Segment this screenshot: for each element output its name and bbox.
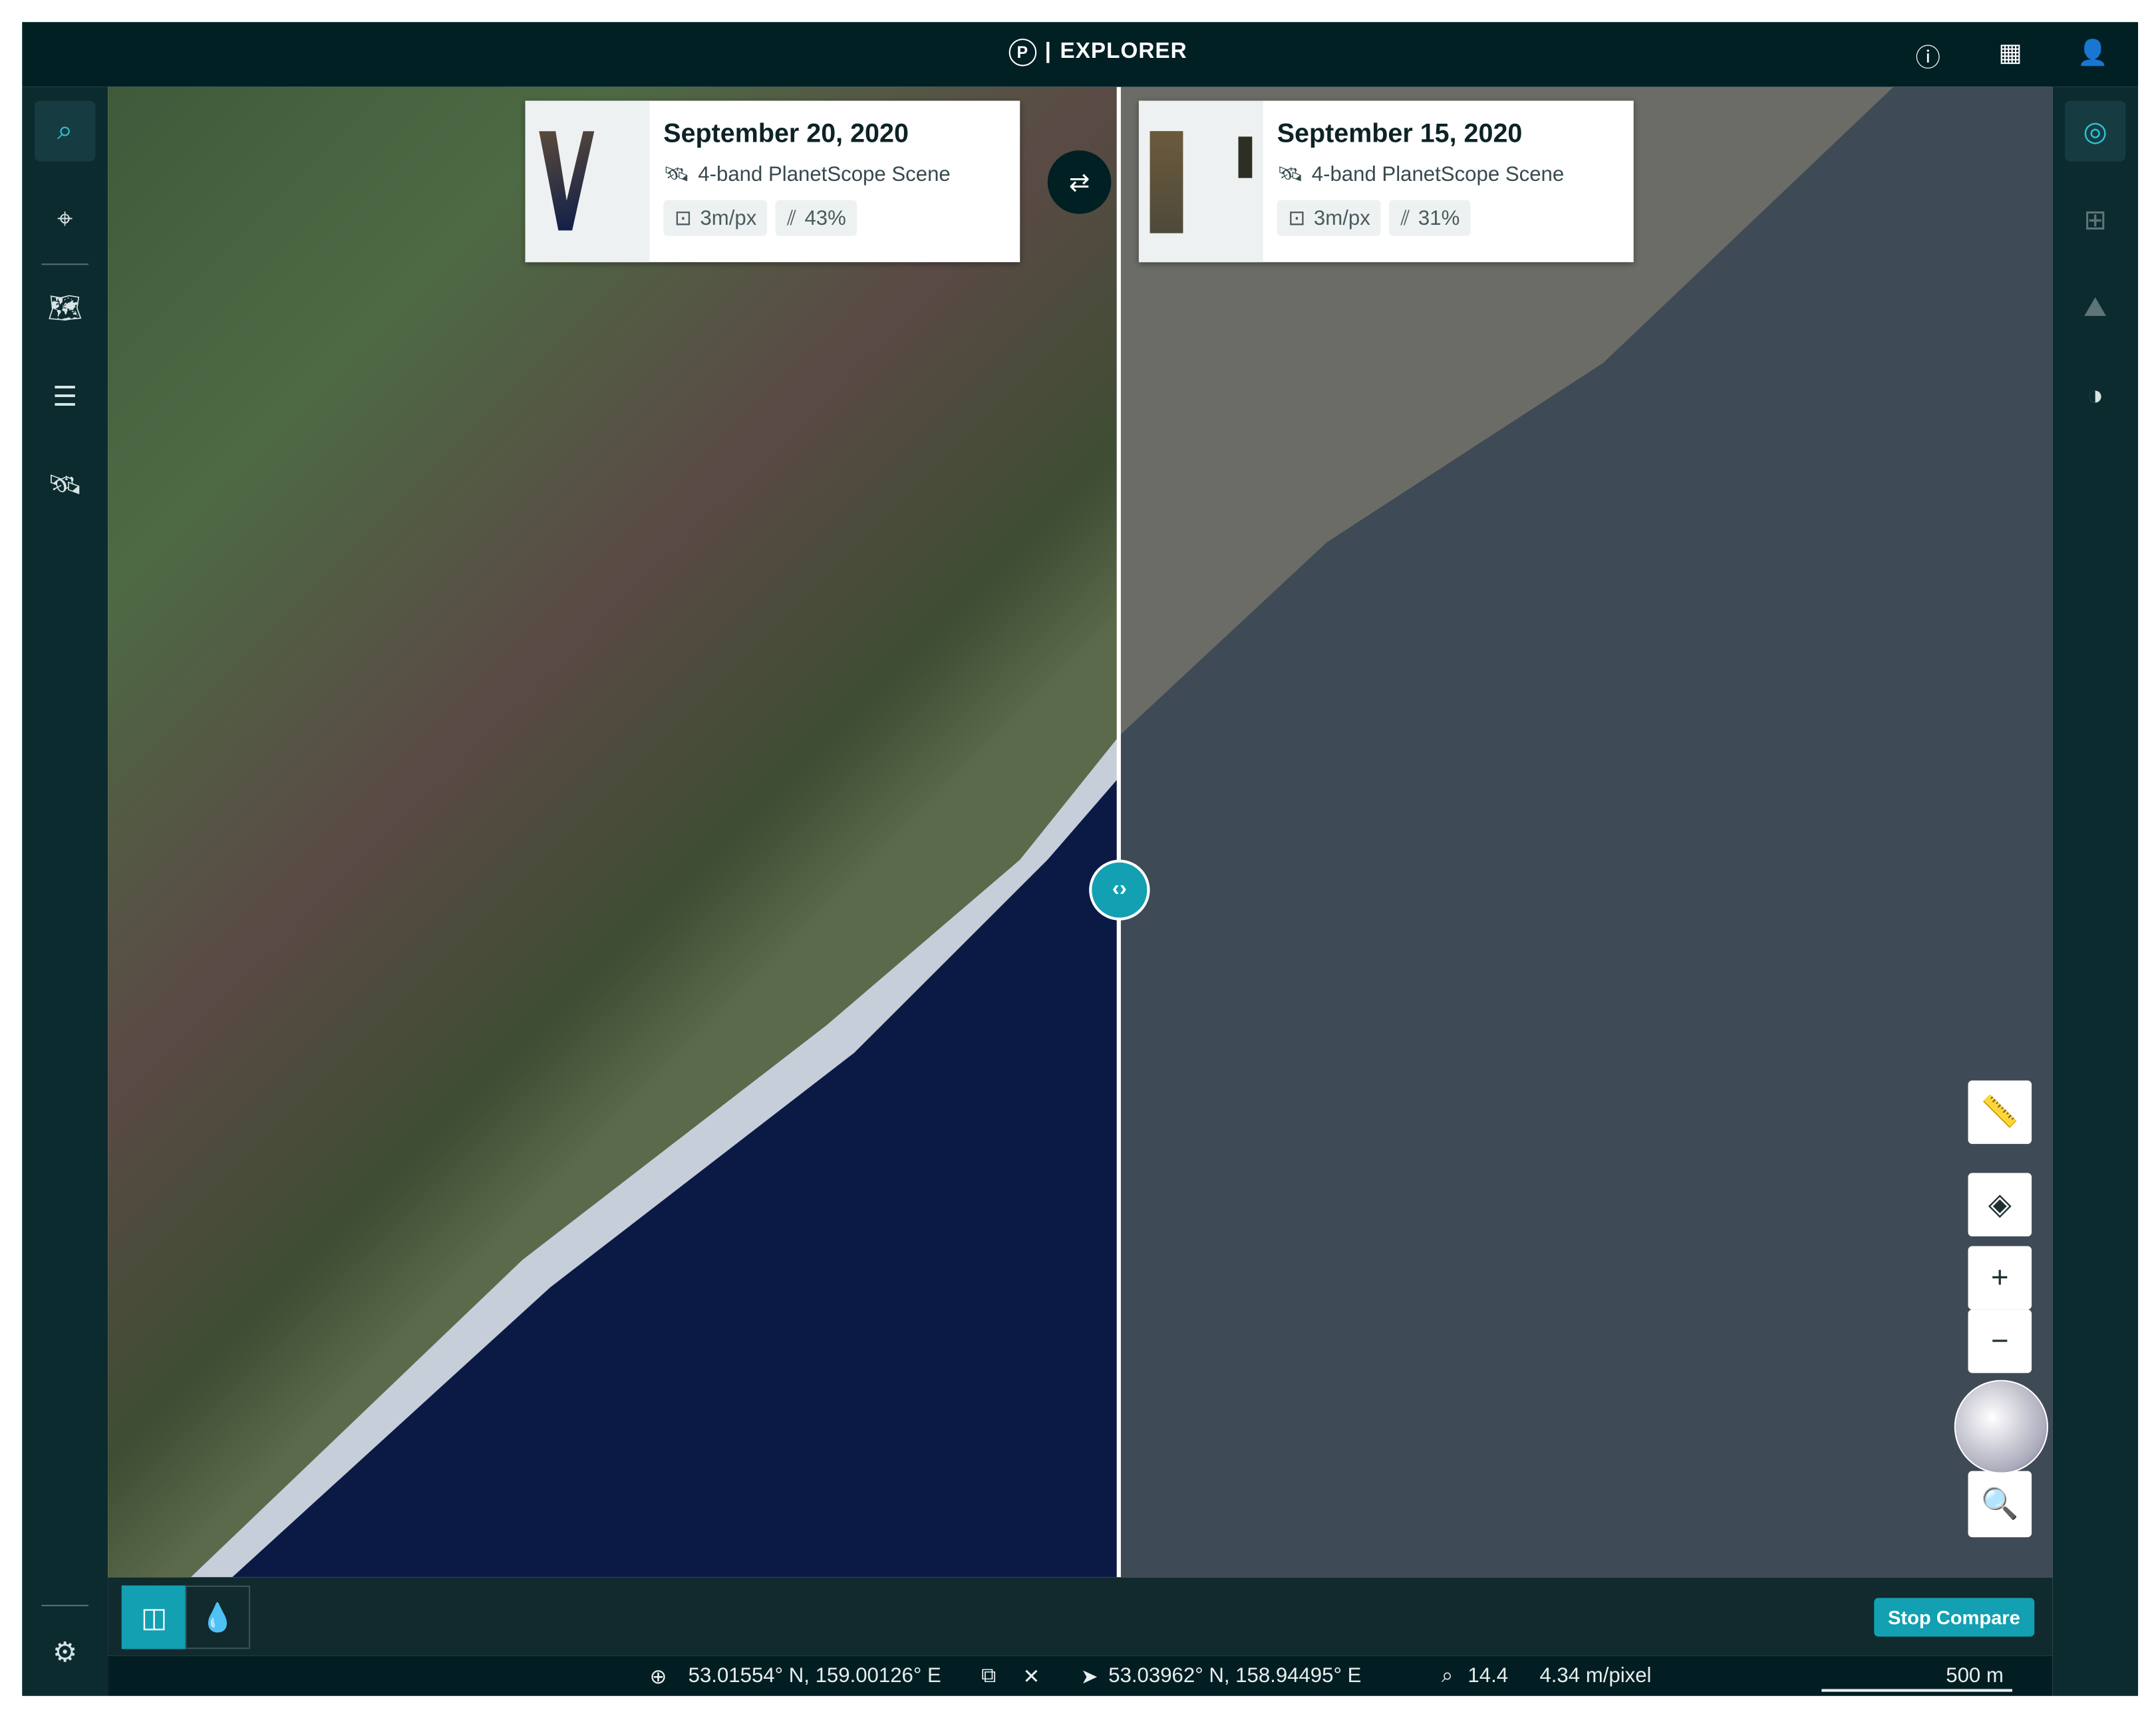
top-bar: P | EXPLORER ⓘ ▦ 👤 (22, 22, 2139, 87)
split-view-icon: ◫ (141, 1602, 168, 1634)
stop-compare-button[interactable]: Stop Compare (1874, 1598, 2034, 1637)
orders-list-icon: ☰ (53, 381, 78, 412)
cursor-coordinates: 53.01554° N, 159.00126° E (688, 1664, 941, 1688)
zoom-out-button[interactable]: − (1968, 1309, 2032, 1373)
cloud-cover-value: 31% (1418, 206, 1460, 230)
ocean-area (190, 735, 1120, 1578)
swipe-mode-button[interactable]: ◫ (121, 1585, 187, 1649)
zoom-magnifier-icon: 🔍 (1980, 1486, 2019, 1521)
imagery-button[interactable]: ◎ (2064, 100, 2126, 162)
search-button[interactable]: ⌕ (34, 100, 96, 162)
saved-map-icon: 🗺 (47, 293, 83, 324)
scene-date: September 20, 2020 (663, 120, 909, 150)
imagery-globe-icon: ◎ (2083, 116, 2107, 147)
cursor-target-icon: ⊕ (649, 1665, 667, 1689)
resolution-value: 3m/px (1313, 206, 1370, 230)
orders-button[interactable]: ☰ (35, 366, 95, 426)
map-view[interactable]: ‹› ⇄ September 20, 2020 🛰 4-band PlanetSc… (108, 86, 2053, 1578)
search-icon: ⌕ (57, 115, 73, 146)
brand-separator: | (1044, 40, 1052, 64)
right-sidebar: ◎ ⊞ ⛰ ◑ (2052, 86, 2139, 1696)
divider (41, 263, 88, 265)
layers-icon: ◈ (1988, 1187, 2012, 1222)
settings-button[interactable]: ⚙ (35, 1622, 95, 1682)
shore-area (1119, 86, 1894, 736)
compare-divider[interactable] (1116, 86, 1121, 1578)
zoom-to-button[interactable]: 🔍 (1968, 1471, 2032, 1538)
scene-thumbnail (1138, 100, 1263, 263)
cloud-cover-value: 43% (804, 206, 846, 230)
resolution-chip: ⊡ 3m/px (1277, 200, 1382, 236)
drop-icon: 💧 (200, 1602, 235, 1634)
right-scene-card[interactable]: September 15, 2020 🛰 4-band PlanetScope S… (1138, 100, 1634, 263)
cloud-cover-icon: ⫽ (787, 206, 796, 230)
right-imagery (1119, 86, 2053, 1578)
compare-slider-handle[interactable]: ‹› (1089, 859, 1150, 921)
satellite-tasking-icon: 🛰 (47, 470, 83, 501)
minimap-globe[interactable] (1954, 1379, 2049, 1474)
satellite-icon: 🛰 (1277, 162, 1304, 187)
tasking-button[interactable]: 🛰 (35, 454, 95, 515)
user-icon[interactable]: 👤 (2078, 39, 2109, 68)
opacity-mode-button[interactable]: 💧 (185, 1585, 251, 1649)
scene-type: 4-band PlanetScope Scene (1311, 162, 1565, 186)
add-layer-button[interactable]: ⊞ (2065, 189, 2125, 249)
center-coordinates: 53.03962° N, 158.94495° E (1108, 1664, 1362, 1688)
cloud-cover-icon: ⫽ (1400, 206, 1410, 230)
scale-bar (1821, 1689, 2012, 1692)
left-scene-card[interactable]: September 20, 2020 🛰 4-band PlanetScope S… (525, 100, 1020, 263)
scene-date: September 15, 2020 (1277, 120, 1523, 150)
time-contrast-icon: ◑ (2087, 380, 2104, 411)
status-bar: ⊕ 53.01554° N, 159.00126° E ⧉ ✕ ➤ 53.039… (108, 1655, 2053, 1696)
left-sidebar: ⌕ ⌖ 🗺 ☰ 🛰 ⚙ (22, 86, 108, 1696)
left-imagery (108, 86, 1120, 1578)
measure-button[interactable]: 📏 (1968, 1080, 2032, 1144)
layers-button[interactable]: ◈ (1968, 1173, 2032, 1236)
elevation-button[interactable]: ⛰ (2065, 277, 2125, 338)
saved-maps-button[interactable]: 🗺 (35, 277, 95, 338)
gear-icon: ⚙ (53, 1637, 78, 1668)
apps-grid-icon[interactable]: ▦ (1998, 39, 2022, 68)
app-brand[interactable]: P | EXPLORER (1008, 39, 1187, 67)
scene-thumbnail (525, 100, 650, 263)
zoom-level: 14.4 (1467, 1664, 1509, 1688)
app-title: EXPLORER (1060, 40, 1187, 64)
resolution-icon: ⊡ (1288, 207, 1306, 231)
divider (41, 1604, 88, 1606)
places-button[interactable]: ⌖ (35, 189, 95, 249)
navigation-arrow-icon: ➤ (1080, 1665, 1098, 1689)
resolution-chip: ⊡ 3m/px (663, 200, 768, 236)
time-compare-button[interactable]: ◑ (2065, 366, 2125, 426)
close-coordinates-button[interactable]: ✕ (1022, 1664, 1040, 1689)
swap-scenes-button[interactable]: ⇄ (1047, 150, 1112, 214)
elevation-icon: ⛰ (2083, 291, 2107, 323)
cloud-cover-chip: ⫽ 43% (776, 200, 857, 236)
add-layer-icon: ⊞ (2083, 205, 2107, 235)
scale-label: 500 m (1946, 1664, 2004, 1688)
resolution-icon: ⊡ (674, 207, 693, 231)
map-resolution: 4.34 m/pixel (1539, 1664, 1652, 1688)
compare-toolbar: ◫ 💧 Stop Compare (108, 1577, 2053, 1656)
zoom-level-icon: ⌕ (1441, 1664, 1454, 1688)
ruler-icon: 📏 (1980, 1094, 2019, 1129)
copy-icon[interactable]: ⧉ (981, 1664, 996, 1687)
location-pin-icon: ⌖ (57, 204, 73, 234)
resolution-value: 3m/px (700, 206, 757, 230)
satellite-icon: 🛰 (663, 162, 690, 187)
help-icon[interactable]: ⓘ (1916, 39, 1940, 74)
cloud-cover-chip: ⫽ 31% (1389, 200, 1471, 236)
scene-type: 4-band PlanetScope Scene (698, 162, 951, 186)
zoom-in-button[interactable]: + (1968, 1246, 2032, 1310)
planet-logo-icon: P (1008, 39, 1037, 67)
